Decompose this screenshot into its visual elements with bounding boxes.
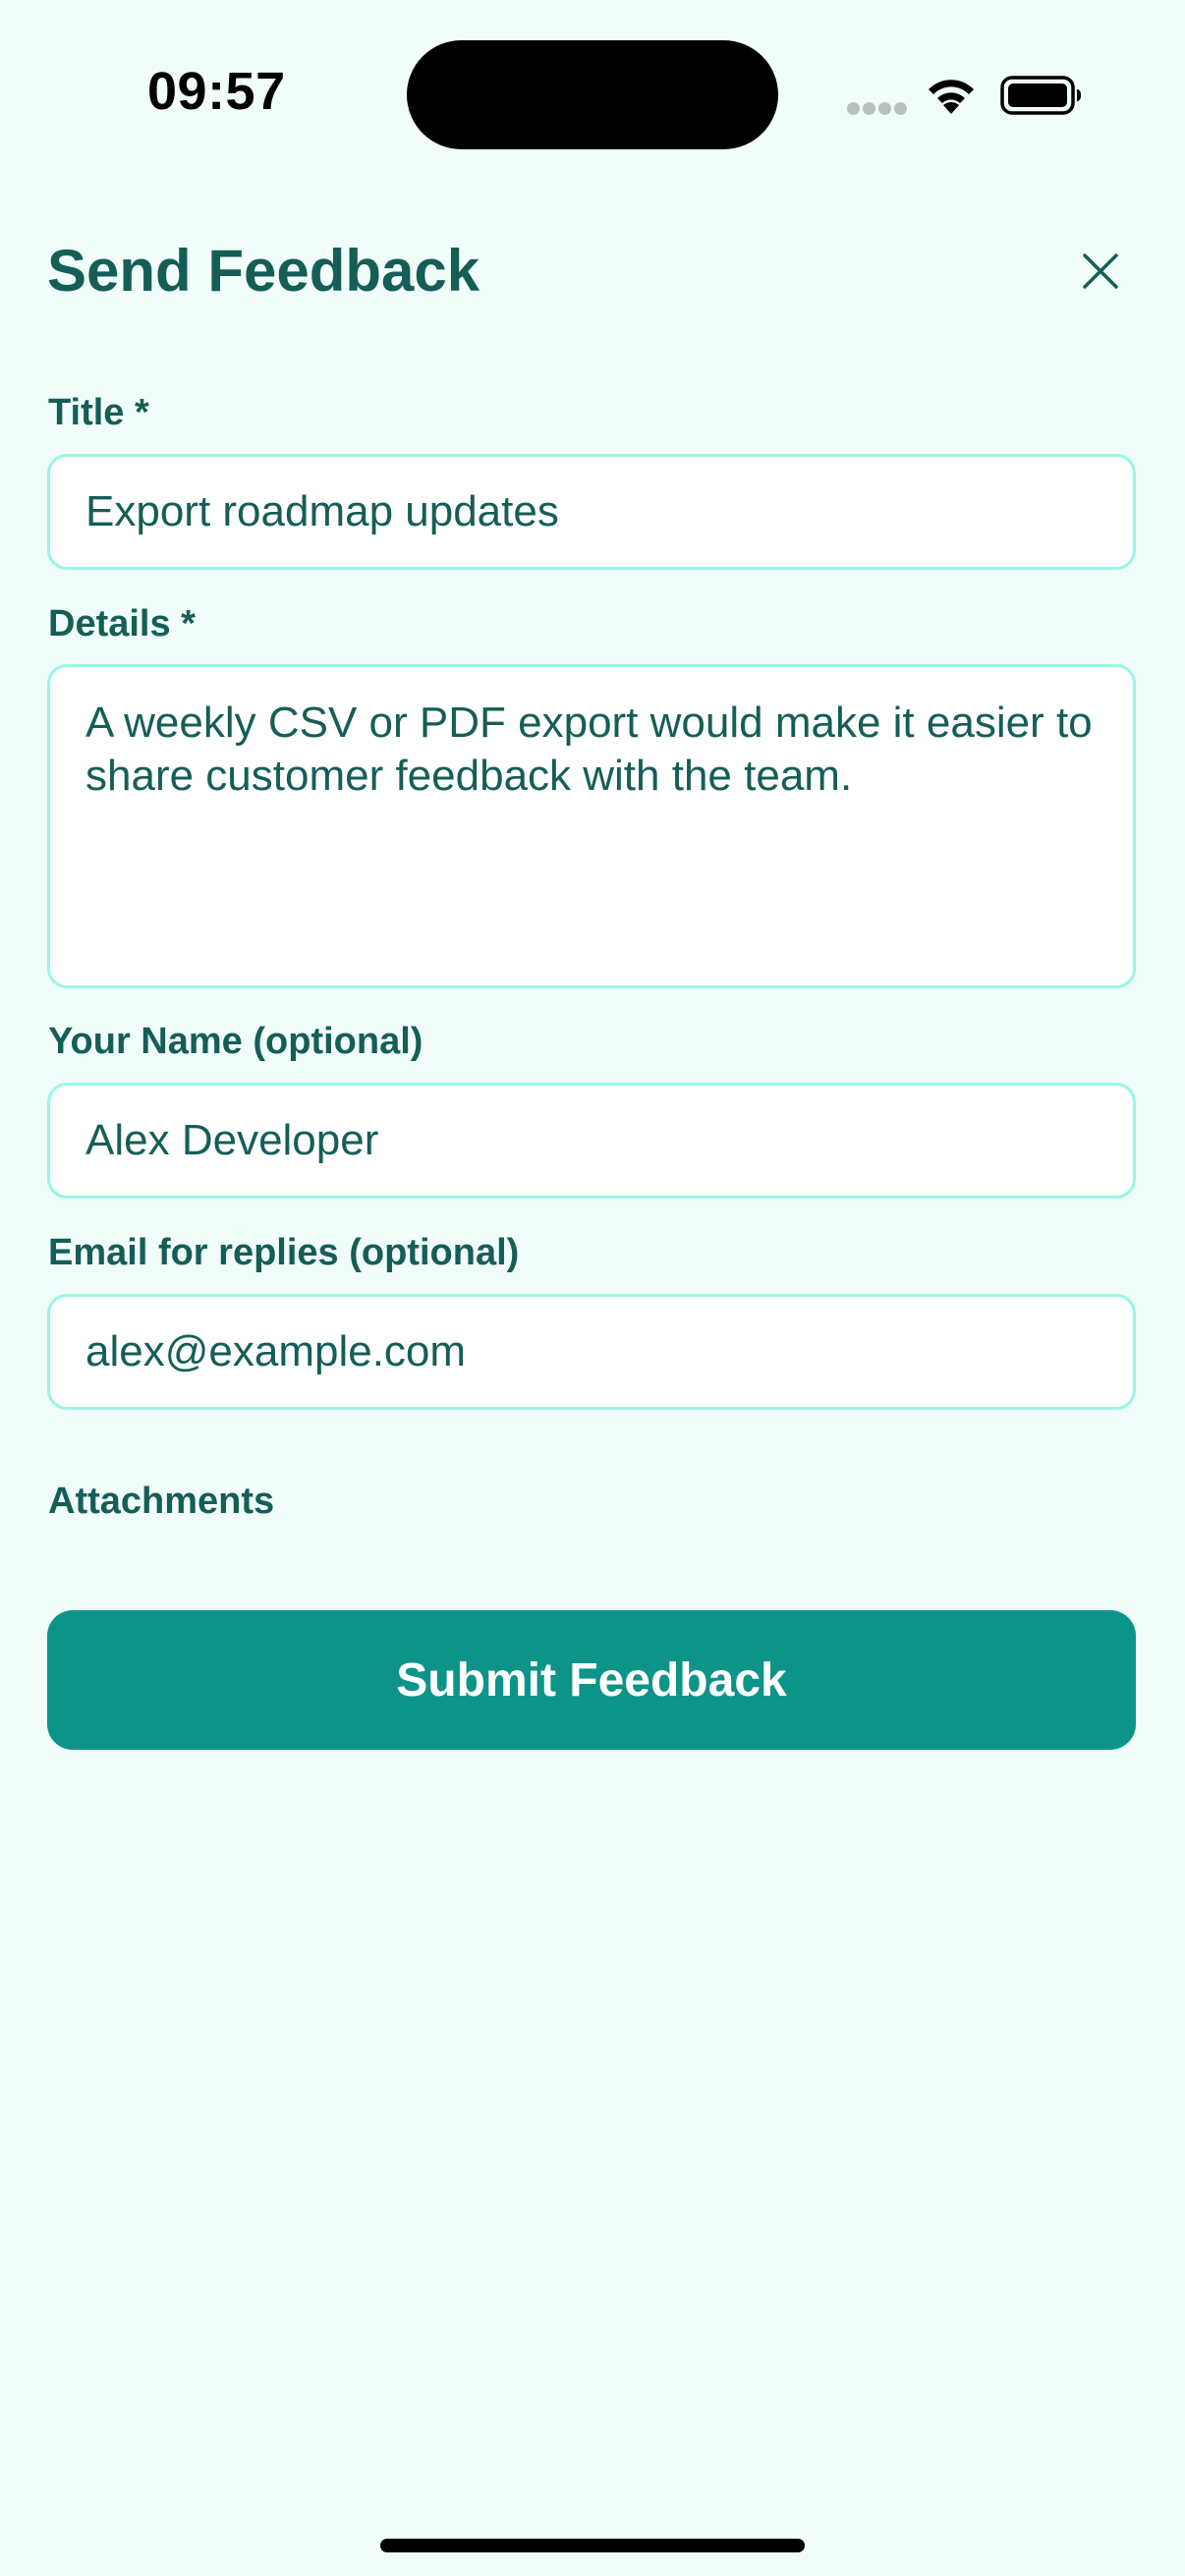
name-input[interactable] bbox=[47, 1083, 1136, 1199]
title-label: Title * bbox=[48, 392, 149, 433]
name-label: Your Name (optional) bbox=[48, 1021, 423, 1062]
email-label: Email for replies (optional) bbox=[48, 1232, 520, 1273]
details-textarea[interactable]: A weekly CSV or PDF export would make it… bbox=[47, 664, 1136, 988]
close-icon bbox=[1083, 253, 1118, 289]
dynamic-island bbox=[407, 40, 778, 149]
attachments-label: Attachments bbox=[48, 1481, 275, 1522]
title-input[interactable] bbox=[47, 454, 1136, 570]
cellular-signal-icon bbox=[847, 102, 908, 116]
status-bar: 09:57 bbox=[0, 0, 1185, 187]
submit-feedback-button[interactable]: Submit Feedback bbox=[47, 1610, 1136, 1750]
wifi-icon bbox=[929, 80, 974, 114]
battery-icon bbox=[1000, 76, 1081, 115]
home-indicator bbox=[380, 2539, 805, 2552]
close-button[interactable] bbox=[1071, 242, 1130, 301]
email-input[interactable] bbox=[47, 1294, 1136, 1410]
status-time: 09:57 bbox=[147, 62, 286, 121]
details-label: Details * bbox=[48, 603, 196, 644]
page-title: Send Feedback bbox=[47, 238, 480, 304]
